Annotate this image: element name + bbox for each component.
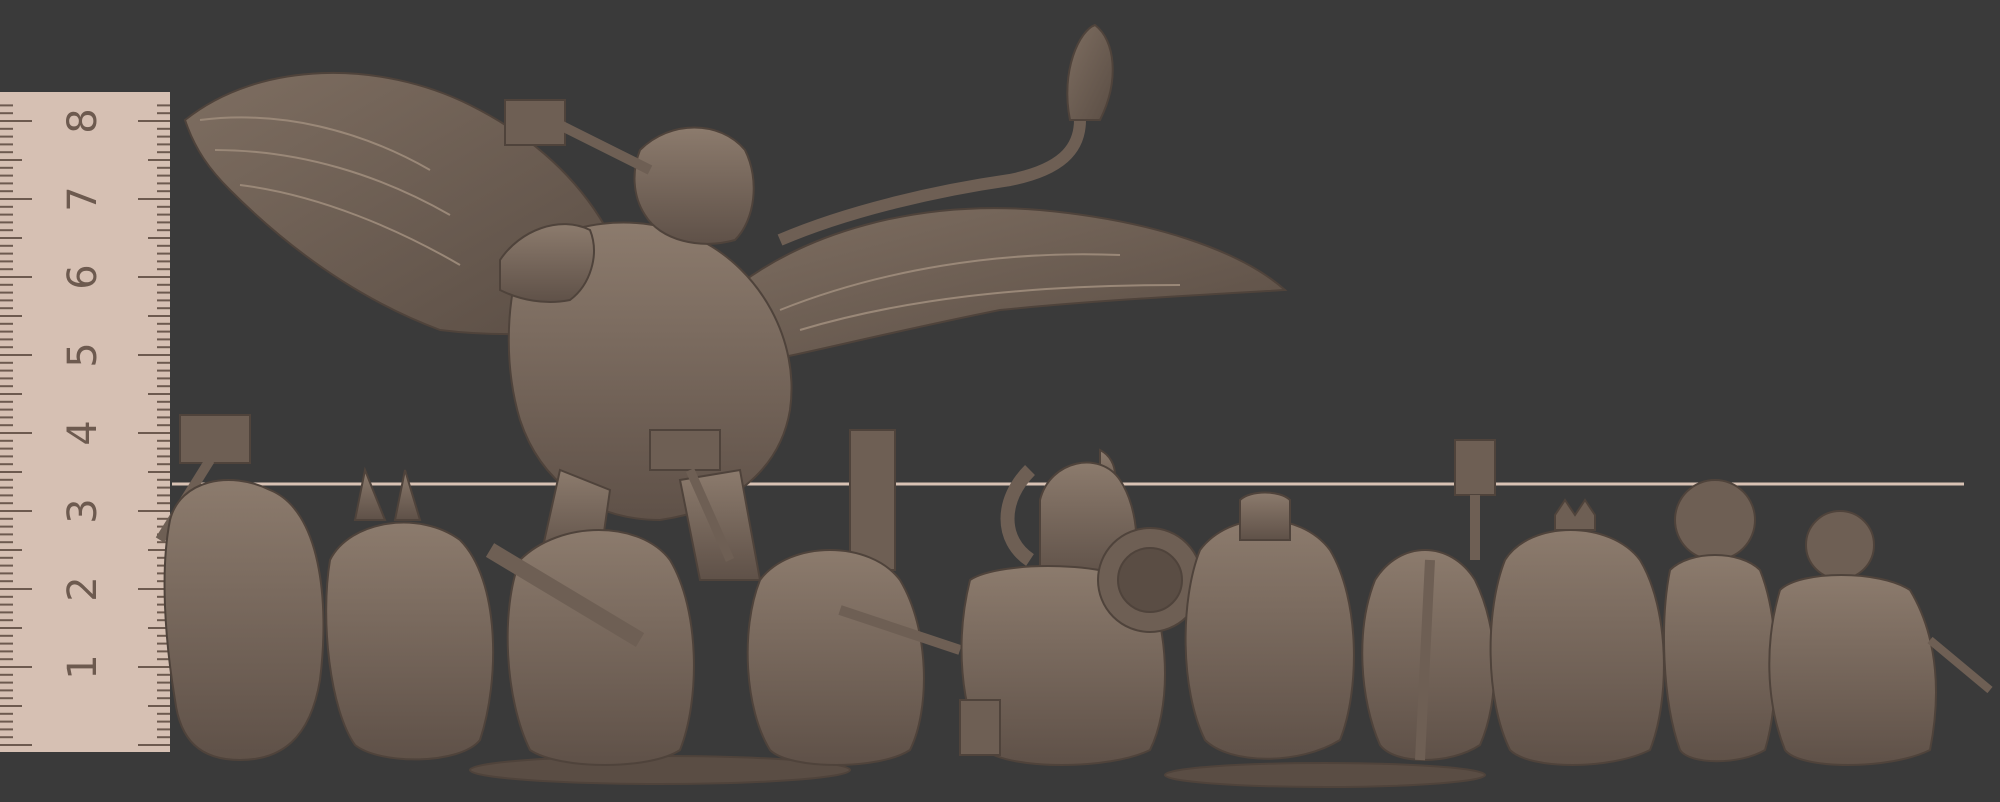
old-dwarf-with-staff xyxy=(1361,549,1496,761)
ruler-label: 1 xyxy=(60,654,106,679)
ruler-label: 3 xyxy=(60,498,106,523)
ruler-label: 5 xyxy=(60,342,106,367)
ruler-label: 2 xyxy=(60,576,106,601)
miniatures-scale-render: 1 2 3 4 5 6 7 8 xyxy=(0,0,2000,802)
ruler-label: 7 xyxy=(60,186,106,211)
scale-ruler: 1 2 3 4 5 6 7 8 xyxy=(0,92,170,752)
ruler-label: 4 xyxy=(60,420,106,445)
ruler-label: 8 xyxy=(60,108,106,133)
ruler-label: 6 xyxy=(60,264,106,289)
